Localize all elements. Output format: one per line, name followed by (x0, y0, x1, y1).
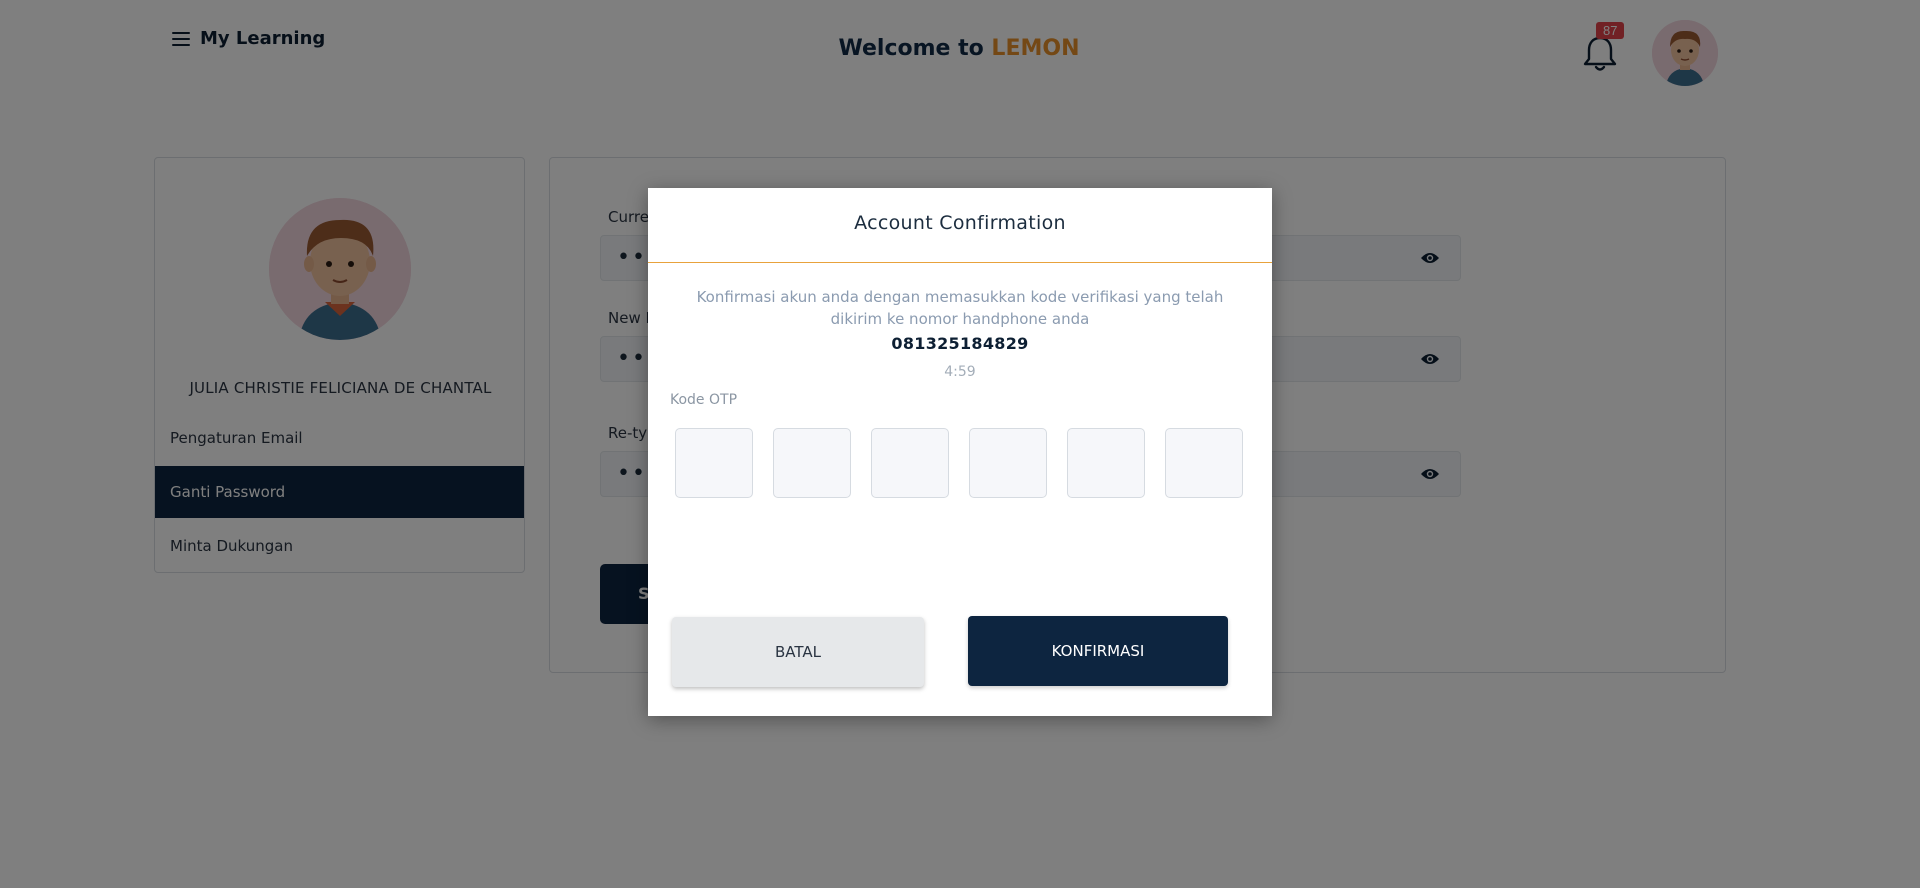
otp-digit-1[interactable] (675, 428, 753, 498)
phone-number: 081325184829 (891, 334, 1029, 353)
otp-digit-4[interactable] (969, 428, 1047, 498)
account-confirmation-modal: Account Confirmation Konfirmasi akun and… (648, 188, 1272, 716)
confirm-button[interactable]: KONFIRMASI (968, 616, 1228, 686)
otp-digit-5[interactable] (1067, 428, 1145, 498)
countdown-timer: 4:59 (944, 364, 976, 380)
otp-label: Kode OTP (670, 392, 738, 408)
otp-digit-3[interactable] (871, 428, 949, 498)
modal-title: Account Confirmation (648, 188, 1272, 263)
cancel-button[interactable]: BATAL (672, 617, 924, 687)
otp-digit-2[interactable] (773, 428, 851, 498)
otp-digit-6[interactable] (1165, 428, 1243, 498)
otp-input-group (675, 428, 1243, 498)
modal-description: Konfirmasi akun anda dengan memasukkan k… (696, 288, 1224, 328)
